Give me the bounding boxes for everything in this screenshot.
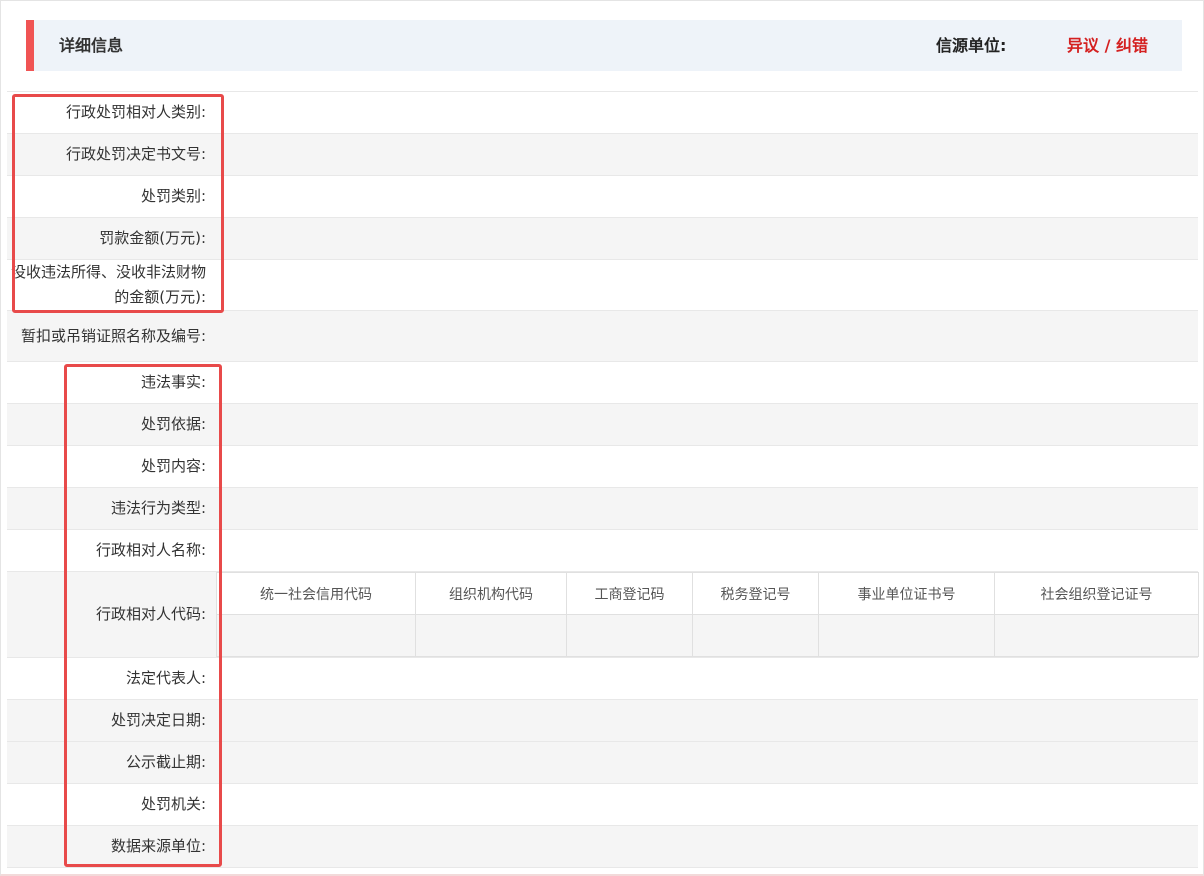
code-value-business-registration — [566, 614, 693, 657]
detail-row: 处罚内容: — [7, 445, 1198, 488]
detail-row: 处罚依据: — [7, 403, 1198, 446]
row-value-decision-date — [216, 699, 1198, 742]
detail-row: 处罚决定日期: — [7, 699, 1198, 742]
code-value-unified-credit — [216, 614, 416, 657]
detail-row: 处罚类别: — [7, 175, 1198, 218]
header-accent-bar — [26, 20, 34, 71]
row-label-penalty-basis: 处罚依据: — [7, 403, 216, 446]
detail-row: 数据来源单位: — [7, 825, 1198, 868]
row-label-penalty-type: 处罚类别: — [7, 175, 216, 218]
row-value-penalty-content — [216, 445, 1198, 488]
detail-row: 违法行为类型: — [7, 487, 1198, 530]
detail-table: 行政处罚相对人类别: 行政处罚决定书文号: 处罚类别: 罚款金额(万元): 没收… — [7, 91, 1199, 868]
row-value-penalty-authority — [216, 783, 1198, 826]
detail-row: 罚款金额(万元): — [7, 217, 1198, 260]
code-header-public-institution: 事业单位证书号 — [818, 572, 995, 615]
code-value-tax-registration — [692, 614, 819, 657]
counterparty-code-cell: 统一社会信用代码 组织机构代码 工商登记码 税务登记号 事业单位证书号 社会组织… — [216, 571, 1199, 658]
counterparty-code-table: 统一社会信用代码 组织机构代码 工商登记码 税务登记号 事业单位证书号 社会组织… — [216, 572, 1199, 657]
code-header-unified-credit: 统一社会信用代码 — [216, 572, 416, 615]
dispute-correction-link[interactable]: 异议 / 纠错 — [1067, 20, 1148, 71]
detail-row: 没收违法所得、没收非法财物的金额(万元): — [7, 259, 1198, 311]
detail-row: 暂扣或吊销证照名称及编号: — [7, 310, 1198, 362]
detail-row: 行政处罚相对人类别: — [7, 91, 1198, 134]
row-label-penalty-content: 处罚内容: — [7, 445, 216, 488]
code-header-social-organization: 社会组织登记证号 — [994, 572, 1199, 615]
code-value-row — [216, 614, 1199, 657]
row-value-publicity-deadline — [216, 741, 1198, 784]
detail-header: 详细信息 信源单位: 异议 / 纠错 — [26, 20, 1182, 71]
row-value-decision-document-number — [216, 133, 1198, 176]
row-label-decision-document-number: 行政处罚决定书文号: — [7, 133, 216, 176]
row-label-counterparty-name: 行政相对人名称: — [7, 529, 216, 572]
row-label-penalty-authority: 处罚机关: — [7, 783, 216, 826]
row-label-counterparty-code: 行政相对人代码: — [7, 571, 216, 658]
row-value-violation-facts — [216, 361, 1198, 404]
section-title: 详细信息 — [59, 36, 124, 55]
code-header-tax-registration: 税务登记号 — [692, 572, 819, 615]
detail-row: 行政相对人名称: — [7, 529, 1198, 572]
code-header-row: 统一社会信用代码 组织机构代码 工商登记码 税务登记号 事业单位证书号 社会组织… — [216, 572, 1199, 615]
row-label-data-source-unit: 数据来源单位: — [7, 825, 216, 868]
row-label-violation-type: 违法行为类型: — [7, 487, 216, 530]
row-label-decision-date: 处罚决定日期: — [7, 699, 216, 742]
row-label-license-suspension: 暂扣或吊销证照名称及编号: — [7, 310, 216, 362]
row-value-penalty-type — [216, 175, 1198, 218]
code-value-organization — [415, 614, 567, 657]
detail-row: 行政处罚决定书文号: — [7, 133, 1198, 176]
detail-row: 处罚机关: — [7, 783, 1198, 826]
row-value-license-suspension — [216, 310, 1198, 362]
row-label-fine-amount: 罚款金额(万元): — [7, 217, 216, 260]
code-value-public-institution — [818, 614, 995, 657]
code-header-business-registration: 工商登记码 — [566, 572, 693, 615]
row-label-legal-representative: 法定代表人: — [7, 657, 216, 700]
row-value-counterparty-name — [216, 529, 1198, 572]
code-header-organization: 组织机构代码 — [415, 572, 567, 615]
row-value-penalty-basis — [216, 403, 1198, 446]
row-value-violation-type — [216, 487, 1198, 530]
row-label-penalty-target-category: 行政处罚相对人类别: — [7, 91, 216, 134]
detail-row: 公示截止期: — [7, 741, 1198, 784]
row-value-penalty-target-category — [216, 91, 1198, 134]
row-value-fine-amount — [216, 217, 1198, 260]
row-label-violation-facts: 违法事实: — [7, 361, 216, 404]
row-label-confiscation-amount: 没收违法所得、没收非法财物的金额(万元): — [7, 259, 216, 311]
row-value-legal-representative — [216, 657, 1198, 700]
detail-row: 违法事实: — [7, 361, 1198, 404]
row-label-publicity-deadline: 公示截止期: — [7, 741, 216, 784]
code-value-social-organization — [994, 614, 1199, 657]
row-value-confiscation-amount — [216, 259, 1198, 311]
detail-row: 法定代表人: — [7, 657, 1198, 700]
source-unit-label: 信源单位: — [936, 36, 1007, 55]
row-value-data-source-unit — [216, 825, 1198, 868]
detail-row: 行政相对人代码: 统一社会信用代码 组织机构代码 工商登记码 税务登记号 事业单… — [7, 571, 1199, 658]
